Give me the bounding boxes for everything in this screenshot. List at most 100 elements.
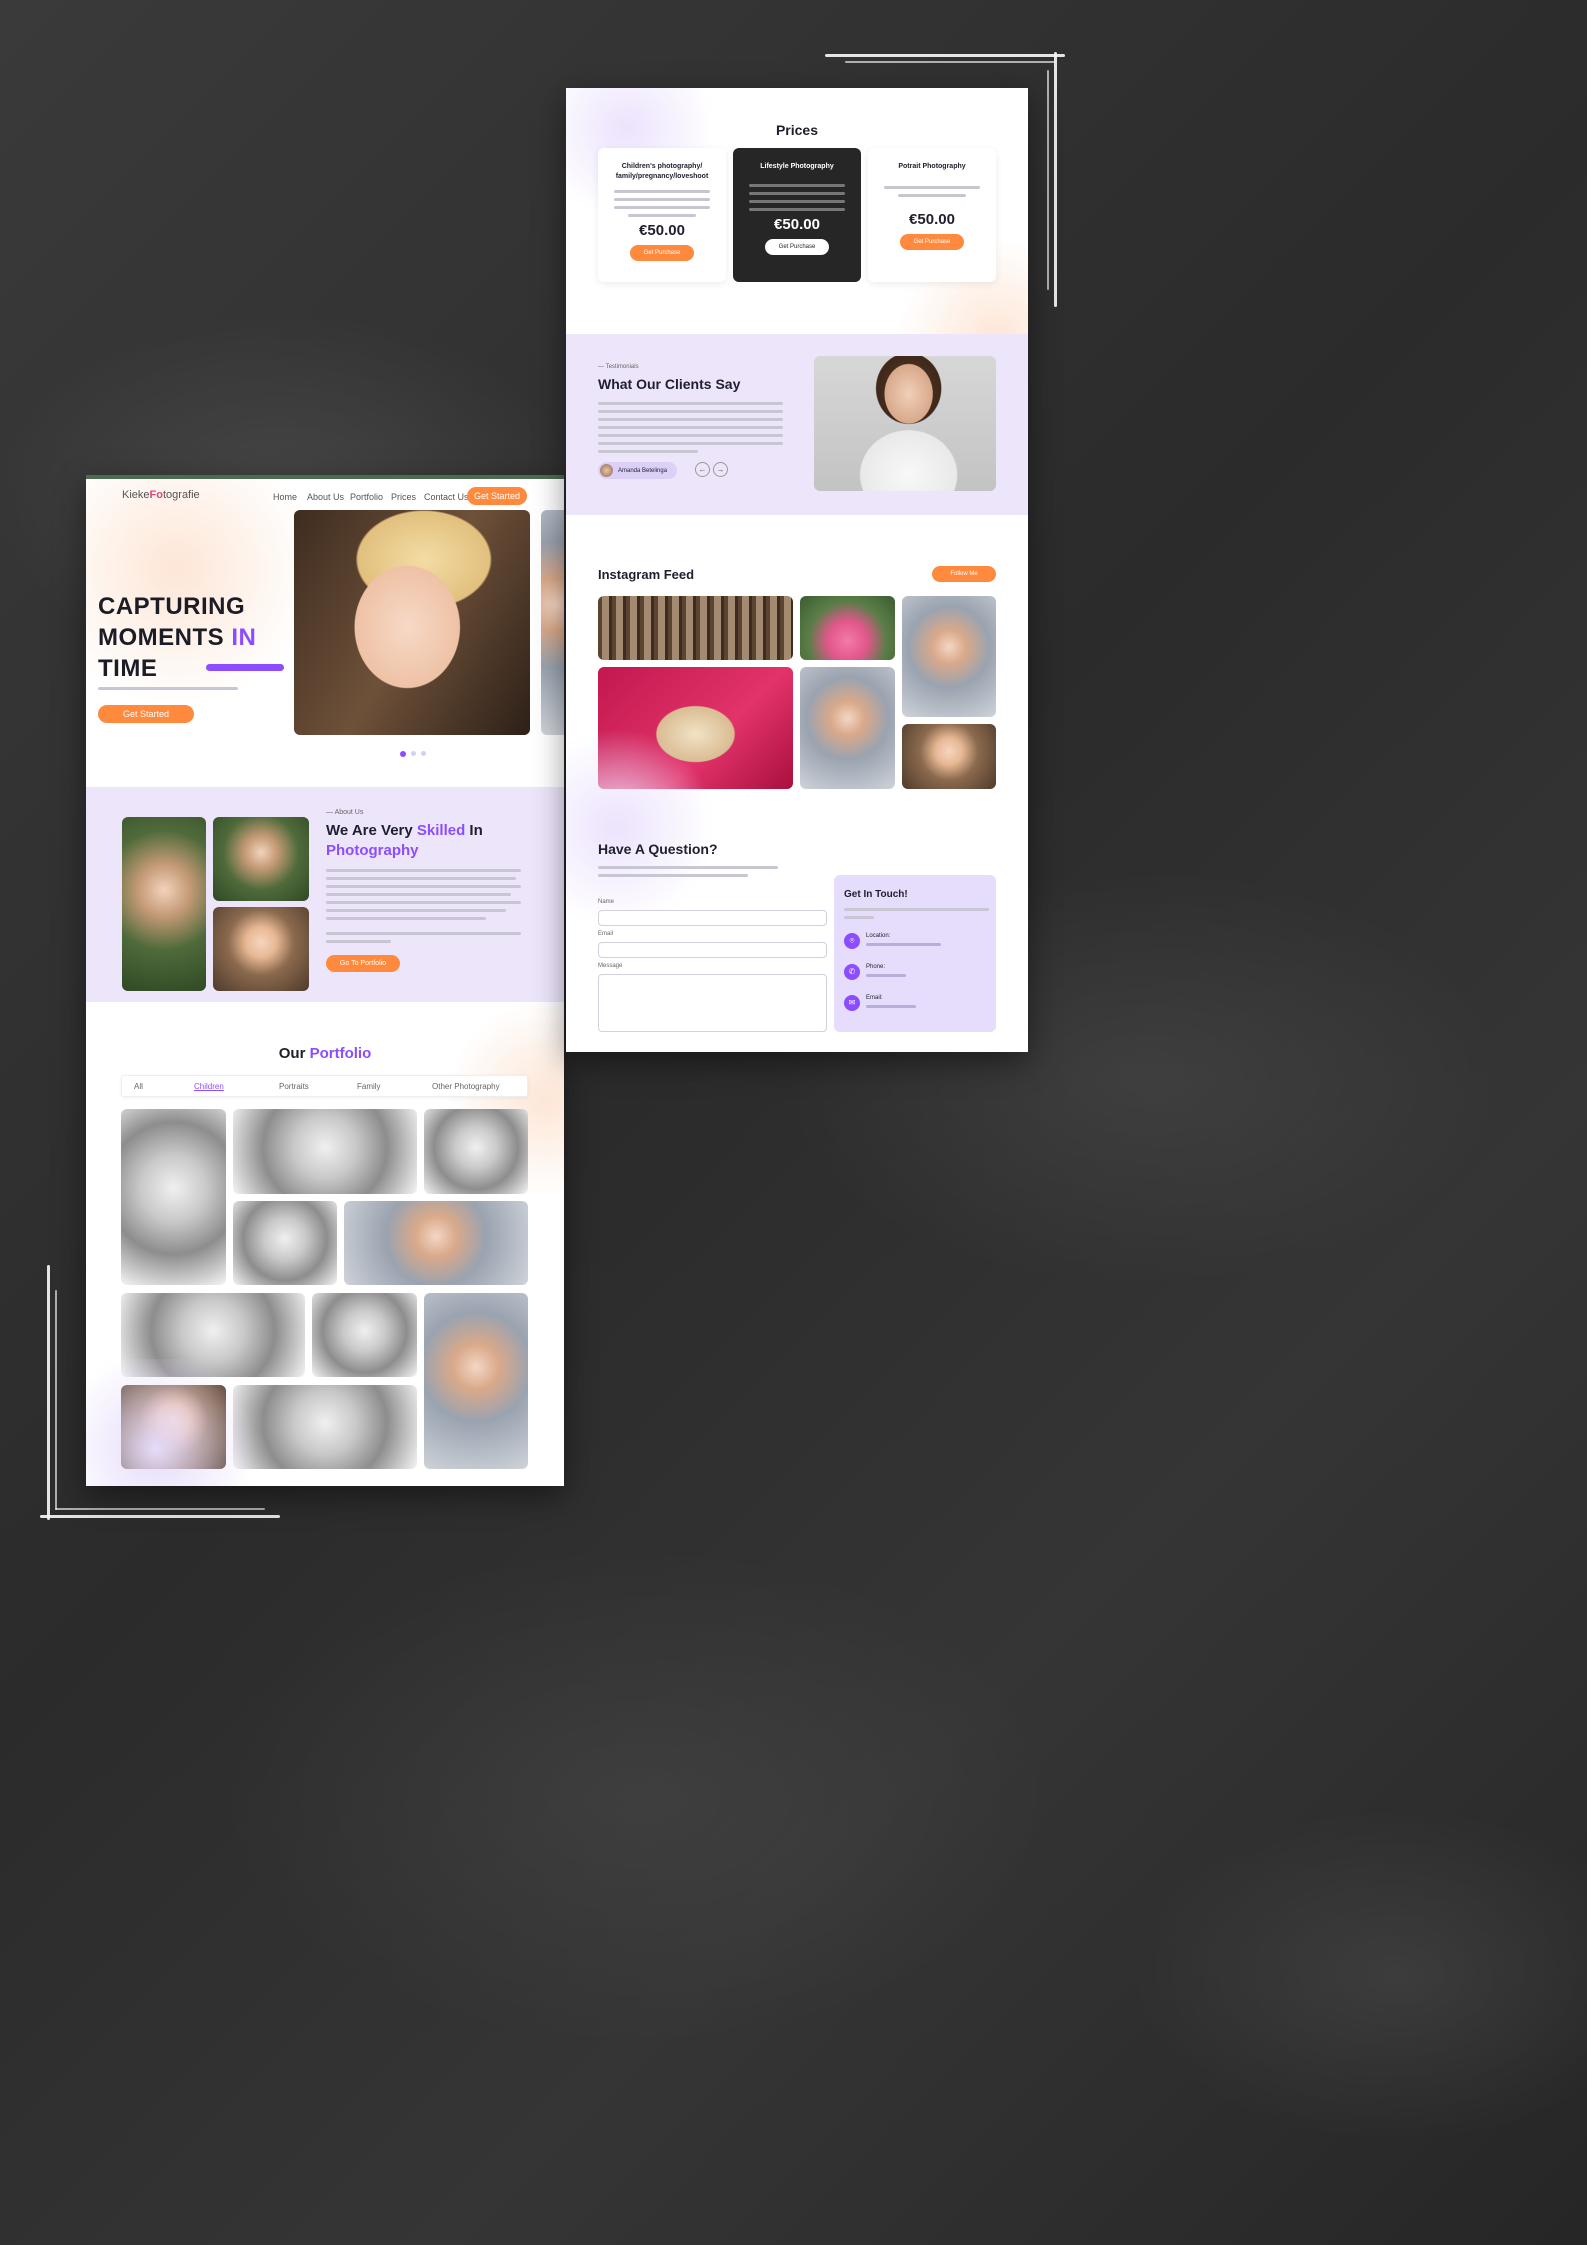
testimonial-client-photo — [814, 356, 996, 491]
hero-title-line-1: CAPTURING — [98, 593, 246, 620]
instagram-photo-blonde-woman[interactable] — [902, 596, 996, 717]
portfolio-photo-1[interactable] — [121, 1109, 226, 1285]
message-field[interactable] — [598, 974, 827, 1032]
hero-title-in: IN — [231, 624, 257, 651]
price-card-price: €50.00 — [909, 211, 955, 228]
testimonial-quote-lines — [598, 402, 783, 458]
nav-item-home[interactable]: Home — [273, 492, 297, 502]
hero-title-line-2: MOMENTS IN — [98, 622, 256, 653]
hero-title-moments: MOMENTS — [98, 624, 225, 651]
instagram-photo-reeds[interactable] — [598, 596, 793, 660]
contact-phone-item: ✆ Phone: — [844, 964, 989, 986]
logo-accent: Fo — [149, 489, 163, 501]
email-icon: ✉ — [844, 995, 860, 1011]
contact-email-line — [866, 1005, 916, 1008]
instagram-follow-button[interactable]: Follow Me — [932, 566, 996, 582]
nav-item-prices[interactable]: Prices — [391, 492, 416, 502]
carousel-dot[interactable] — [421, 751, 426, 756]
portfolio-photo-4[interactable] — [233, 1201, 337, 1285]
portfolio-photo-3[interactable] — [424, 1109, 528, 1194]
price-card-purchase-button[interactable]: Get Purchase — [765, 239, 829, 255]
chalk-corner-right-line — [1054, 52, 1057, 307]
contact-intro-lines — [598, 866, 778, 882]
price-card-purchase-button[interactable]: Get Purchase — [900, 234, 964, 250]
hero-carousel-dots[interactable] — [400, 751, 426, 757]
tab-other-photography[interactable]: Other Photography — [432, 1082, 500, 1091]
chalk-corner-bottom-line — [40, 1515, 280, 1518]
phone-icon: ✆ — [844, 964, 860, 980]
name-field[interactable] — [598, 910, 827, 926]
testimonial-prev-button[interactable]: ← — [695, 462, 710, 477]
tab-portraits[interactable]: Portraits — [279, 1082, 309, 1091]
chalk-corner-top-line-2 — [845, 61, 1055, 63]
price-card-description — [884, 186, 980, 197]
price-card-children: Children's photography/ family/pregnancy… — [598, 148, 726, 282]
price-card-lifestyle: Lifestyle Photography €50.00 Get Purchas… — [733, 148, 861, 282]
about-eyebrow-text: About Us — [334, 809, 364, 816]
about-title: We Are Very Skilled In Photography — [326, 821, 526, 861]
carousel-dot-active[interactable] — [400, 751, 406, 757]
about-section: — About Us We Are Very Skilled In Photog… — [86, 787, 564, 1002]
portfolio-photo-2[interactable] — [233, 1109, 417, 1194]
portfolio-photo-8[interactable] — [424, 1293, 528, 1469]
instagram-photo-woman-denim[interactable] — [800, 667, 895, 789]
tab-family[interactable]: Family — [357, 1082, 381, 1091]
tab-children[interactable]: Children — [194, 1082, 224, 1091]
instagram-photo-brunette[interactable] — [902, 724, 996, 789]
price-card-price: €50.00 — [774, 216, 820, 233]
logo[interactable]: KiekeFotografie — [122, 489, 200, 501]
price-card-portrait: Potrait Photography €50.00 Get Purchase — [868, 148, 996, 282]
contact-email-label: Email — [598, 931, 614, 937]
tab-all[interactable]: All — [134, 1082, 143, 1091]
get-in-touch-lines — [844, 908, 989, 924]
prices-title: Prices — [775, 122, 819, 138]
chalk-corner-left-line-2 — [55, 1290, 57, 1510]
contact-name-label: Name — [598, 899, 615, 905]
portfolio-tabs: All Children Portraits Family Other Phot… — [121, 1075, 528, 1097]
chalk-corner-top-line — [825, 54, 1065, 57]
site-header: KiekeFotografie Home About Us Portfolio … — [86, 479, 564, 513]
hero-get-started-button[interactable]: Get Started — [98, 705, 194, 723]
about-eyebrow: — About Us — [326, 809, 364, 816]
hero-next-photo-peek — [541, 510, 564, 735]
price-card-description — [614, 190, 710, 217]
portfolio-title: Our Portfolio — [86, 1045, 564, 1062]
price-card-purchase-button[interactable]: Get Purchase — [630, 245, 694, 261]
instagram-title: Instagram Feed — [598, 567, 695, 582]
about-title-skilled: Skilled — [416, 822, 466, 839]
header-get-started-button[interactable]: Get Started — [467, 487, 527, 505]
portfolio-title-portfolio: Portfolio — [309, 1045, 372, 1062]
logo-suffix: tografie — [162, 489, 200, 501]
go-to-portfolio-button[interactable]: Go To Portfolio — [326, 955, 400, 972]
avatar — [600, 464, 613, 477]
testimonial-next-button[interactable]: → — [713, 462, 728, 477]
hero-underline-bar — [206, 664, 284, 671]
portfolio-photo-7[interactable] — [312, 1293, 417, 1377]
chalk-corner-left-line — [47, 1265, 50, 1520]
portfolio-bottom-glow — [86, 1359, 266, 1486]
contact-title: Have A Question? — [598, 841, 718, 857]
testimonial-author-name: Amanda Betelinga — [618, 467, 668, 474]
carousel-dot[interactable] — [411, 751, 416, 756]
arrow-right-icon: → — [716, 465, 725, 474]
arrow-left-icon: ← — [698, 465, 707, 474]
about-photo-woman — [213, 907, 309, 991]
about-photo-couple — [122, 817, 206, 991]
testimonials-title: What Our Clients Say — [598, 376, 741, 392]
nav-item-portfolio[interactable]: Portfolio — [350, 492, 383, 502]
hero-main-photo — [294, 510, 530, 735]
email-field[interactable] — [598, 942, 827, 958]
portfolio-photo-5[interactable] — [344, 1201, 528, 1285]
hero-subtitle-lines — [98, 687, 238, 695]
testimonial-author-chip: Amanda Betelinga — [598, 462, 678, 479]
price-card-title: Lifestyle Photography — [760, 163, 834, 170]
nav-item-contact[interactable]: Contact Us — [424, 492, 469, 502]
contact-phone-label: Phone: — [866, 964, 886, 970]
instagram-photo-lily[interactable] — [800, 596, 895, 660]
price-card-title: Children's photography/ family/pregnancy… — [615, 163, 709, 180]
contact-email-item: ✉ Email: — [844, 995, 989, 1017]
contact-message-label: Message — [598, 963, 623, 969]
nav-item-about[interactable]: About Us — [307, 492, 344, 502]
about-title-in: In — [469, 822, 483, 839]
price-card-price: €50.00 — [639, 222, 685, 239]
